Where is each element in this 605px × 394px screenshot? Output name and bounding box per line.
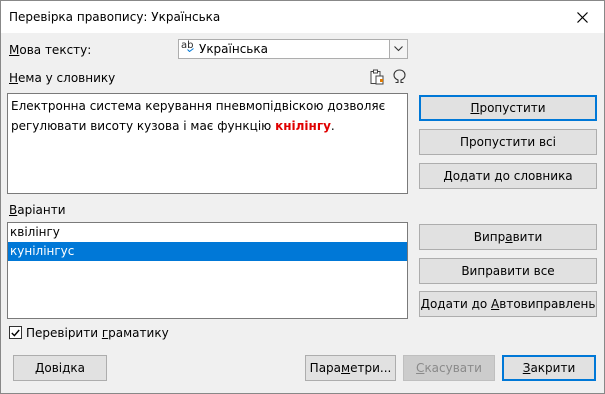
language-label-text: ова тексту:	[19, 43, 92, 57]
special-character-icon	[392, 69, 406, 84]
ignore-label: ропустити	[479, 101, 546, 115]
options-button[interactable]: Пара м етри...	[305, 355, 396, 381]
correct-mnemonic: а	[505, 230, 513, 244]
close-label: акрити	[530, 361, 576, 375]
autocorrect-label-b: втовиправлень	[499, 297, 596, 311]
ignore-all-button[interactable]: Пропустити всі	[419, 129, 597, 155]
language-label-mnemonic: М	[9, 43, 20, 57]
language-label: Мова тексту:	[9, 43, 91, 57]
options-label-b: етри...	[350, 361, 392, 375]
misspelled-word: кнілінгу	[275, 119, 331, 133]
special-character-button[interactable]	[390, 68, 408, 85]
correct-label-a: Випр	[473, 230, 506, 244]
chevron-down-icon	[394, 46, 403, 52]
undo-button[interactable]: Скасувати	[403, 355, 495, 381]
close-window-button[interactable]	[560, 1, 604, 33]
options-mnemonic: м	[341, 361, 351, 375]
add-to-autocorrect-button[interactable]: Додати до Автовиправлень	[419, 291, 597, 317]
title-bar: Перевірка правопису: Українська	[1, 1, 604, 33]
suggestion-item-selected[interactable]: кунілінгус	[8, 242, 407, 261]
paste-button[interactable]	[369, 68, 385, 85]
suggestions-list[interactable]: квілінгу кунілінгус	[7, 222, 408, 319]
close-button[interactable]: Закрити	[502, 355, 596, 381]
language-select[interactable]: ab Українська	[178, 39, 408, 59]
check-grammar-checkbox[interactable]	[9, 326, 22, 339]
not-in-dictionary-textbox[interactable]: Електронна система керування пневмопідві…	[7, 93, 408, 194]
window-title: Перевірка правопису: Українська	[9, 10, 221, 24]
ignore-button[interactable]: Пропустити	[419, 95, 597, 121]
suggestions-label: Варіанти	[9, 203, 66, 217]
not-in-dictionary-text: ема у словнику	[18, 71, 116, 85]
check-grammar-label[interactable]: Перевірити граматику	[26, 326, 169, 340]
autocorrect-label-a: Додати до	[420, 297, 492, 311]
suggestion-item[interactable]: квілінгу	[8, 223, 407, 242]
help-mnemonic: Д	[34, 361, 45, 375]
language-select-value: Українська	[199, 42, 268, 56]
dropdown-button[interactable]	[389, 40, 407, 58]
autocorrect-mnemonic: А	[491, 297, 500, 311]
spellcheck-dialog: Перевірка правопису: Українська Мова тек…	[0, 0, 605, 394]
add-to-dictionary-button[interactable]: Додати до словника	[419, 163, 597, 189]
check-grammar-label-a: Перевірити	[26, 326, 102, 340]
options-label-a: Пара	[309, 361, 342, 375]
suggestions-label-text: аріанти	[17, 203, 66, 217]
checkmark-icon	[11, 329, 20, 337]
not-in-dictionary-label: Нема у словнику	[9, 71, 115, 85]
sentence-end: .	[330, 119, 335, 133]
suggestions-mnemonic: В	[9, 203, 18, 217]
undo-label: касувати	[424, 361, 482, 375]
correct-label-b: вити	[512, 230, 543, 244]
ignore-mnemonic: П	[470, 101, 480, 115]
help-button[interactable]: Довідка	[13, 355, 107, 381]
paste-icon	[370, 69, 384, 84]
check-grammar-label-b: раматику	[108, 326, 169, 340]
close-mnemonic: З	[522, 361, 531, 375]
close-icon	[576, 11, 588, 23]
not-in-dictionary-mnemonic: Н	[9, 71, 19, 85]
correct-button[interactable]: Випр а вити	[419, 224, 597, 250]
spellcheck-ab-icon: ab	[181, 40, 194, 52]
help-label: овідка	[44, 361, 86, 375]
correct-all-button[interactable]: Виправити все	[419, 258, 597, 284]
undo-mnemonic: С	[416, 361, 425, 375]
